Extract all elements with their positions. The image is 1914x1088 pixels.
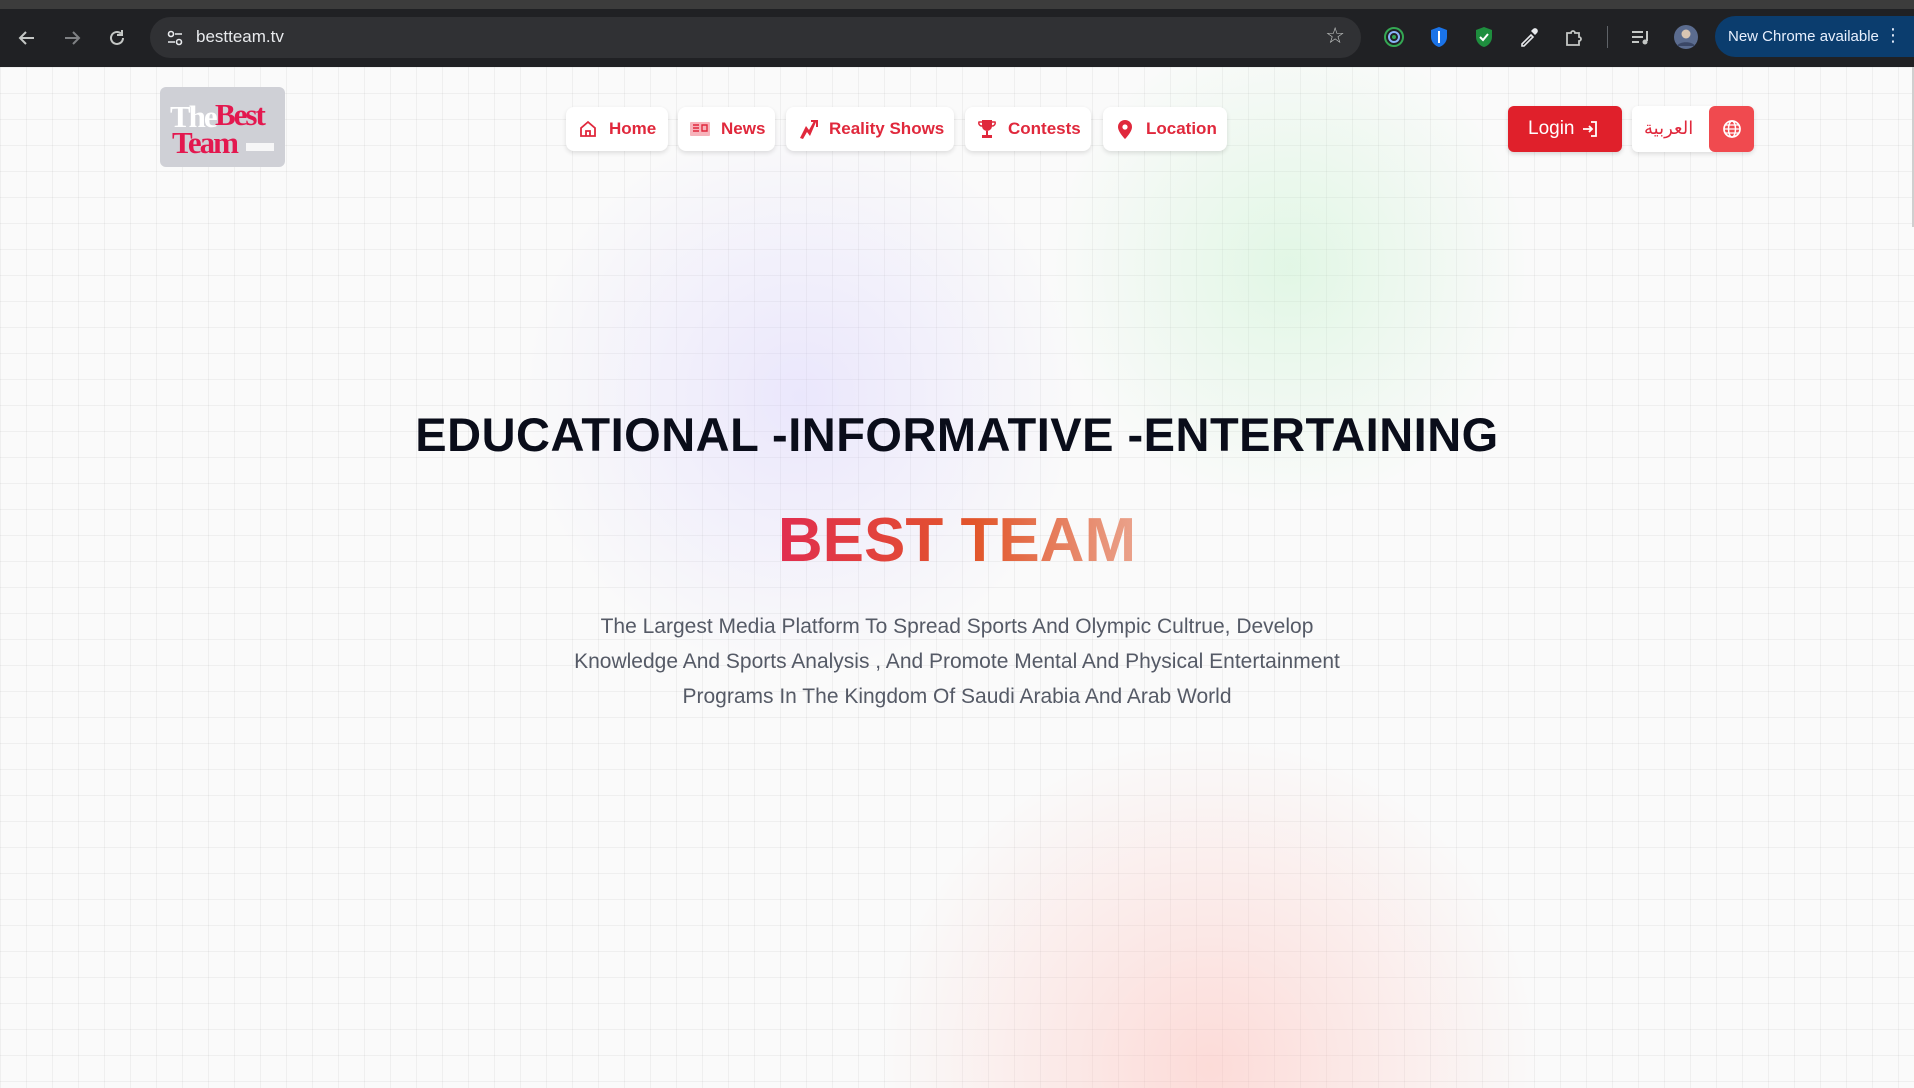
address-bar[interactable]: bestteam.tv ☆ <box>150 17 1361 58</box>
hero-brand-title: BEST TEAM <box>0 505 1914 576</box>
nav-home[interactable]: Home <box>566 107 668 151</box>
browser-toolbar: bestteam.tv ☆ New Chrome available ⋮ <box>0 0 1914 67</box>
reload-icon[interactable] <box>101 22 133 54</box>
chrome-update-label: New Chrome available <box>1728 28 1879 45</box>
extension-target-icon[interactable] <box>1381 24 1407 50</box>
nav-contests[interactable]: Contests <box>965 107 1091 151</box>
nav-location[interactable]: Location <box>1103 107 1227 151</box>
hero-description: The Largest Media Platform To Spread Spo… <box>574 615 1340 708</box>
media-controls-icon[interactable] <box>1628 24 1654 50</box>
chrome-update-button[interactable]: New Chrome available ⋮ <box>1715 16 1914 57</box>
extensions-puzzle-icon[interactable] <box>1561 24 1587 50</box>
nav-home-label: Home <box>609 119 657 138</box>
nav-location-label: Location <box>1146 119 1217 138</box>
nav-news[interactable]: News <box>678 107 775 151</box>
nav-reality-shows[interactable]: Reality Shows <box>786 107 954 151</box>
extension-eyedropper-icon[interactable] <box>1516 24 1542 50</box>
newspaper-icon <box>689 118 711 140</box>
login-button[interactable]: Login <box>1508 106 1622 152</box>
toolbar-divider <box>1607 26 1608 48</box>
url-text[interactable]: bestteam.tv <box>196 27 284 47</box>
nav-news-label: News <box>721 119 766 138</box>
site-logo[interactable]: The Best Team <box>160 87 285 167</box>
globe-icon[interactable] <box>1709 106 1754 152</box>
chrome-menu-icon[interactable]: ⋮ <box>1884 25 1902 46</box>
location-pin-icon <box>1114 118 1136 140</box>
language-label[interactable]: العربية <box>1644 118 1693 139</box>
logo-word-team: Team <box>172 125 239 160</box>
bolt-icon <box>797 118 819 140</box>
back-icon[interactable] <box>11 22 43 54</box>
logo-arabic-mark <box>246 143 274 151</box>
language-switcher[interactable]: العربية <box>1632 106 1754 152</box>
extension-check-shield-icon[interactable] <box>1471 24 1497 50</box>
hero-tagline: EDUCATIONAL -INFORMATIVE -ENTERTAINING <box>415 408 1499 461</box>
hero-brand-text: BEST TEAM <box>777 506 1137 575</box>
extension-shield-icon[interactable] <box>1426 24 1452 50</box>
login-icon <box>1581 119 1601 139</box>
site-info-icon[interactable] <box>163 26 187 50</box>
nav-reality-shows-label: Reality Shows <box>829 119 945 138</box>
home-icon <box>577 118 599 140</box>
login-label: Login <box>1528 118 1575 139</box>
trophy-icon <box>976 118 998 140</box>
nav-contests-label: Contests <box>1008 119 1081 138</box>
forward-icon[interactable] <box>56 22 88 54</box>
tab-strip <box>0 0 1914 9</box>
page-viewport: The Best Team Home News Reality Shows Co… <box>0 67 1914 1088</box>
bookmark-star-icon[interactable]: ☆ <box>1325 24 1345 49</box>
profile-avatar-icon[interactable] <box>1673 24 1699 50</box>
